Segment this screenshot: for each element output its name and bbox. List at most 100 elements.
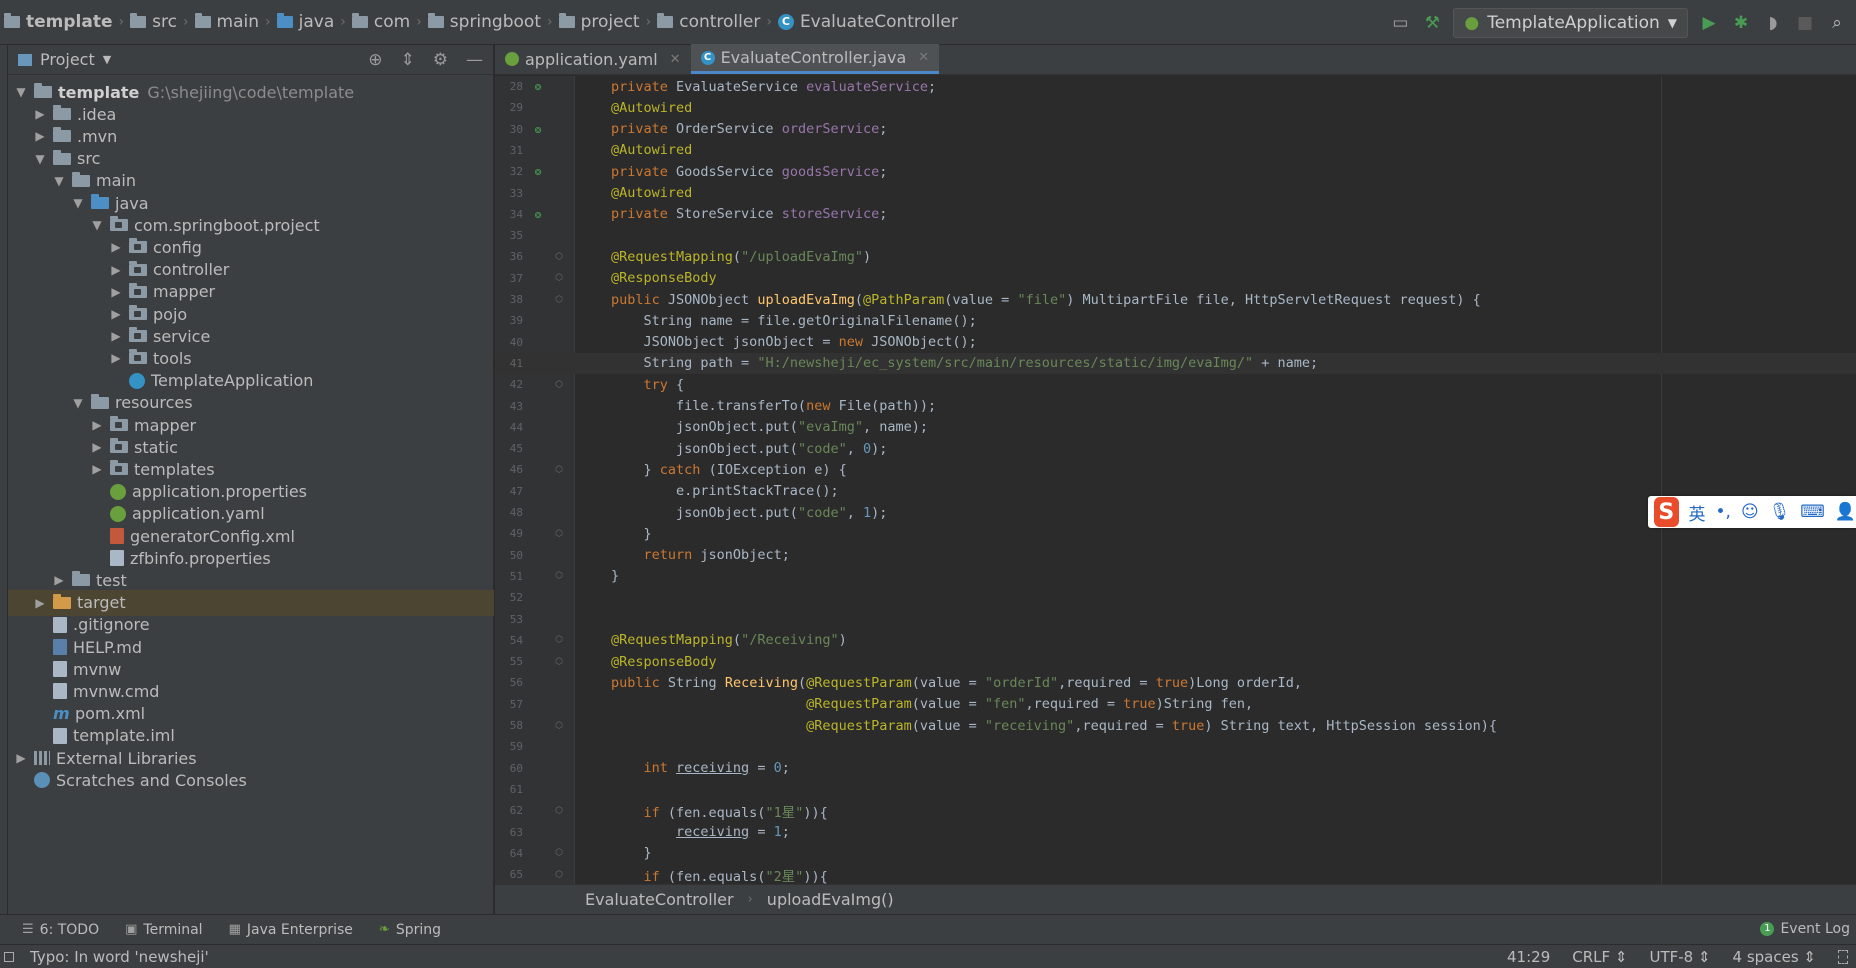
code-line[interactable]: 34 ❂ private StoreService storeService;: [495, 204, 1856, 225]
layout-icon[interactable]: ▭: [1389, 12, 1411, 34]
collapse-arrow-icon[interactable]: ▶: [90, 440, 104, 454]
fold-marker-icon[interactable]: ⬡: [549, 252, 569, 262]
code-line[interactable]: 36 ⬡ @RequestMapping("/uploadEvaImg"): [495, 246, 1856, 267]
fold-marker-icon[interactable]: ⬡: [549, 721, 569, 731]
collapse-arrow-icon[interactable]: ▶: [109, 285, 123, 299]
nav-crumb-com[interactable]: com: [348, 0, 414, 45]
todo-tool-button[interactable]: ☰ 6: TODO: [22, 922, 99, 938]
expand-arrow-icon[interactable]: ▼: [71, 396, 85, 410]
collapse-arrow-icon[interactable]: ▶: [33, 596, 47, 610]
code-line[interactable]: 40 JSONObject jsonObject = new JSONObjec…: [495, 332, 1856, 353]
nav-crumb-java[interactable]: java: [273, 0, 339, 45]
code-line[interactable]: 60 int receiving = 0;: [495, 758, 1856, 779]
collapse-arrow-icon[interactable]: ▶: [109, 240, 123, 254]
indent-selector[interactable]: 4 spaces ⇕: [1733, 948, 1816, 966]
expand-arrow-icon[interactable]: ▼: [14, 85, 28, 99]
minimize-icon[interactable]: —: [466, 50, 483, 70]
nav-crumb-controller[interactable]: controller: [653, 0, 764, 45]
fold-marker-icon[interactable]: ⬡: [549, 870, 569, 880]
microphone-icon[interactable]: 🎙: [1769, 502, 1791, 522]
collapse-arrow-icon[interactable]: ▶: [33, 129, 47, 143]
expand-arrow-icon[interactable]: ▼: [52, 174, 66, 188]
code-line[interactable]: 63 receiving = 1;: [495, 822, 1856, 843]
caret-position[interactable]: 41:29: [1507, 948, 1550, 966]
collapse-arrow-icon[interactable]: ▶: [109, 351, 123, 365]
bean-navigation-icon[interactable]: ❂: [527, 208, 549, 221]
ime-toolbar[interactable]: S 英 •, ☺ 🎙 ⌨ 👤: [1648, 496, 1856, 528]
code-line[interactable]: 39 String name = file.getOriginalFilenam…: [495, 310, 1856, 331]
collapse-arrow-icon[interactable]: ▶: [33, 107, 47, 121]
user-icon[interactable]: 👤: [1835, 502, 1856, 522]
code-line[interactable]: 32 ❂ private GoodsService goodsService;: [495, 161, 1856, 182]
code-line[interactable]: 53: [495, 609, 1856, 630]
collapse-arrow-icon[interactable]: ▶: [90, 462, 104, 476]
fold-marker-icon[interactable]: ⬡: [549, 465, 569, 475]
tab-application-yaml[interactable]: application.yaml ✕: [495, 44, 691, 74]
line-separator-selector[interactable]: CRLF ⇕: [1572, 948, 1627, 966]
code-line[interactable]: 37 ⬡ @ResponseBody: [495, 268, 1856, 289]
fold-marker-icon[interactable]: ⬡: [549, 295, 569, 305]
close-icon[interactable]: ✕: [670, 52, 681, 67]
code-line[interactable]: 61: [495, 779, 1856, 800]
collapse-arrow-icon[interactable]: ▶: [14, 751, 28, 765]
coverage-icon[interactable]: ◗: [1762, 12, 1784, 34]
expand-arrow-icon[interactable]: ▼: [33, 152, 47, 166]
lock-icon[interactable]: [1838, 950, 1848, 964]
tab-evaluate-controller[interactable]: C EvaluateController.java ✕: [690, 44, 940, 74]
code-line[interactable]: 43 file.transferTo(new File(path));: [495, 396, 1856, 417]
nav-crumb-main[interactable]: main: [191, 0, 263, 45]
code-line[interactable]: 38 ⬡ public JSONObject uploadEvaImg(@PathP…: [495, 289, 1856, 310]
ime-language-toggle[interactable]: 英: [1689, 500, 1706, 525]
code-line[interactable]: 42 ⬡ try {: [495, 374, 1856, 395]
locate-icon[interactable]: ⊕: [368, 50, 382, 70]
fold-marker-icon[interactable]: ⬡: [549, 635, 569, 645]
code-line[interactable]: 45 jsonObject.put("code", 0);: [495, 438, 1856, 459]
search-icon[interactable]: ⌕: [1826, 12, 1848, 34]
fold-marker-icon[interactable]: ⬡: [549, 657, 569, 667]
bean-navigation-icon[interactable]: ❂: [527, 80, 549, 93]
encoding-selector[interactable]: UTF-8 ⇕: [1649, 948, 1710, 966]
collapse-arrow-icon[interactable]: ▶: [52, 573, 66, 587]
code-line[interactable]: 28 ❂ private EvaluateService evaluateServi…: [495, 76, 1856, 97]
tree-item[interactable]: Scratches and Consoles: [8, 767, 494, 793]
code-line[interactable]: 44 jsonObject.put("evaImg", name);: [495, 417, 1856, 438]
fold-marker-icon[interactable]: ⬡: [549, 273, 569, 283]
code-line[interactable]: 51 ⬡}: [495, 566, 1856, 587]
code-line[interactable]: 55 ⬡ @ResponseBody: [495, 651, 1856, 672]
code-line[interactable]: 29 @Autowired: [495, 97, 1856, 118]
run-icon[interactable]: ▶: [1698, 12, 1720, 34]
code-line[interactable]: 30 ❂ private OrderService orderService;: [495, 119, 1856, 140]
expand-arrow-icon[interactable]: ▼: [71, 196, 85, 210]
collapse-all-icon[interactable]: ⇕: [401, 50, 415, 70]
code-line[interactable]: 59: [495, 736, 1856, 757]
fold-marker-icon[interactable]: ⬡: [549, 806, 569, 816]
code-line[interactable]: 56 public String Receiving(@RequestParam(…: [495, 672, 1856, 693]
collapse-arrow-icon[interactable]: ▶: [109, 263, 123, 277]
code-line[interactable]: 46 ⬡ } catch (IOException e) {: [495, 459, 1856, 480]
event-log-button[interactable]: 1 Event Log: [1760, 914, 1856, 944]
code-line[interactable]: 65 ⬡ if (fen.equals("2星")){: [495, 864, 1856, 884]
nav-crumb-src[interactable]: src: [126, 0, 181, 45]
keyboard-icon[interactable]: ⌨: [1800, 502, 1825, 522]
project-view-selector[interactable]: Project ▼: [18, 50, 111, 69]
bean-navigation-icon[interactable]: ❂: [527, 123, 549, 136]
collapse-arrow-icon[interactable]: ▶: [90, 418, 104, 432]
code-line[interactable]: 33 @Autowired: [495, 183, 1856, 204]
ime-punctuation-toggle[interactable]: •,: [1716, 502, 1731, 522]
nav-crumb-project-pkg[interactable]: project: [555, 0, 644, 45]
fold-marker-icon[interactable]: ⬡: [549, 529, 569, 539]
stop-icon[interactable]: ■: [1794, 12, 1816, 34]
debug-icon[interactable]: ✱: [1730, 12, 1752, 34]
code-line[interactable]: 31 @Autowired: [495, 140, 1856, 161]
bean-navigation-icon[interactable]: ❂: [527, 165, 549, 178]
close-icon[interactable]: ✕: [918, 50, 929, 65]
fold-marker-icon[interactable]: ⬡: [549, 380, 569, 390]
code-editor[interactable]: 28 ❂ private EvaluateService evaluateServi…: [495, 76, 1856, 884]
code-line[interactable]: 52: [495, 587, 1856, 608]
code-line[interactable]: 58 ⬡ @RequestParam(value = "receiving",re…: [495, 715, 1856, 736]
build-hammer-icon[interactable]: ⚒: [1421, 12, 1443, 34]
code-line[interactable]: 54 ⬡ @RequestMapping("/Receiving"): [495, 630, 1856, 651]
smiley-icon[interactable]: ☺: [1741, 502, 1759, 522]
nav-crumb-project[interactable]: template: [0, 0, 117, 45]
spring-tool-button[interactable]: ❧ Spring: [379, 922, 441, 938]
